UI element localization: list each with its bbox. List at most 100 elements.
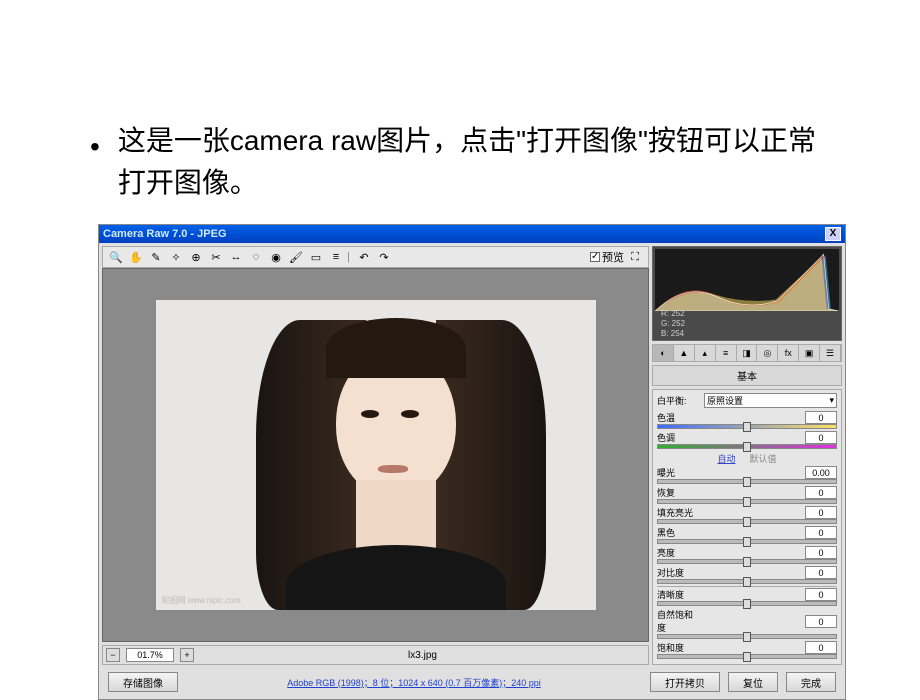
slider-label: 清晰度 — [657, 588, 701, 601]
left-column: 🔍 ✋ ✎ ✧ ⊕ ✂ ↔ ◌ ◉ 🖌 ▭ ≡ | ↶ ↷ — [102, 246, 649, 665]
spot-removal-icon[interactable]: ◌ — [247, 248, 265, 266]
slider-thumb[interactable] — [743, 477, 751, 487]
slider-thumb[interactable] — [743, 537, 751, 547]
slider-track-饱和度[interactable] — [657, 654, 837, 659]
grad-filter-icon[interactable]: ▭ — [307, 248, 325, 266]
image-preview-area[interactable]: 昵图网 www.nipic.com — [102, 268, 649, 642]
slider-label: 色调 — [657, 431, 701, 444]
auto-link[interactable]: 自动 — [717, 452, 735, 465]
zoom-level[interactable]: 01.7% — [126, 648, 174, 662]
g-value: G: 252 — [661, 319, 685, 329]
tab-basic-icon[interactable]: ◐ — [653, 345, 674, 361]
slider-label: 自然饱和度 — [657, 608, 701, 634]
slider-label: 色温 — [657, 411, 701, 424]
hand-tool-icon[interactable]: ✋ — [127, 248, 145, 266]
tab-detail-icon[interactable]: ▴ — [695, 345, 716, 361]
slider-thumb[interactable] — [743, 517, 751, 527]
rgb-readout: R: 252 G: 252 B: 254 — [661, 309, 685, 339]
tab-curve-icon[interactable]: ▲ — [674, 345, 695, 361]
slider-label: 黑色 — [657, 526, 701, 539]
tab-fx-icon[interactable]: fx — [778, 345, 799, 361]
slider-label: 曝光 — [657, 466, 701, 479]
basic-panel: 白平衡: 原照设置 ▾ 色温 0 色调 0 自动 默认值曝光 0.00 恢复 0 填充亮光 0 黑色 0… — [652, 389, 842, 665]
slider-track-色温[interactable] — [657, 424, 837, 429]
slider-track-亮度[interactable] — [657, 559, 837, 564]
slider-thumb[interactable] — [743, 632, 751, 642]
slider-label: 恢复 — [657, 486, 701, 499]
straighten-icon[interactable]: ↔ — [227, 248, 245, 266]
slider-value[interactable]: 0 — [805, 486, 837, 499]
fullscreen-icon[interactable]: ⛶ — [626, 248, 644, 266]
save-image-button[interactable]: 存储图像 — [108, 672, 178, 692]
tab-hsl-icon[interactable]: ≡ — [716, 345, 737, 361]
slider-label: 饱和度 — [657, 641, 701, 654]
slider-thumb[interactable] — [743, 442, 751, 452]
histogram[interactable] — [655, 249, 839, 311]
slider-value[interactable]: 0 — [805, 588, 837, 601]
slider-value[interactable]: 0 — [805, 566, 837, 579]
slider-value[interactable]: 0 — [805, 546, 837, 559]
tab-split-icon[interactable]: ◨ — [737, 345, 758, 361]
default-link[interactable]: 默认值 — [750, 452, 777, 465]
slider-thumb[interactable] — [743, 599, 751, 609]
zoom-tool-icon[interactable]: 🔍 — [107, 248, 125, 266]
chevron-down-icon: ▾ — [829, 395, 834, 406]
footer-bar: 存储图像 Adobe RGB (1998)；8 位；1024 x 640 (0.… — [102, 668, 842, 696]
presentation-slide: • 这是一张camera raw图片，点击"打开图像"按钮可以正常打开图像。 C… — [0, 0, 920, 690]
workflow-link[interactable]: Adobe RGB (1998)；8 位；1024 x 640 (0.7 百万像… — [287, 676, 541, 689]
window-title: Camera Raw 7.0 - JPEG — [103, 228, 227, 240]
preview-label: 预览 — [602, 249, 624, 265]
rotate-right-icon[interactable]: ↷ — [375, 248, 393, 266]
color-sampler-icon[interactable]: ✧ — [167, 248, 185, 266]
slider-value[interactable]: 0 — [805, 506, 837, 519]
slider-thumb[interactable] — [743, 497, 751, 507]
slider-track-黑色[interactable] — [657, 539, 837, 544]
slider-value[interactable]: 0 — [805, 431, 837, 444]
crop-tool-icon[interactable]: ✂ — [207, 248, 225, 266]
tab-lens-icon[interactable]: ◎ — [757, 345, 778, 361]
slider-track-曝光[interactable] — [657, 479, 837, 484]
tab-presets-icon[interactable]: ☰ — [820, 345, 841, 361]
wb-value: 原照设置 — [707, 394, 743, 407]
slider-label: 对比度 — [657, 566, 701, 579]
adjust-brush-icon[interactable]: 🖌 — [287, 248, 305, 266]
slider-value[interactable]: 0 — [805, 615, 837, 628]
camera-raw-window: Camera Raw 7.0 - JPEG X 🔍 ✋ ✎ ✧ ⊕ ✂ ↔ ◌ — [98, 224, 846, 700]
slider-track-对比度[interactable] — [657, 579, 837, 584]
slider-thumb[interactable] — [743, 557, 751, 567]
slider-thumb[interactable] — [743, 422, 751, 432]
slider-label: 填充亮光 — [657, 506, 701, 519]
close-button[interactable]: X — [825, 227, 841, 241]
slider-thumb[interactable] — [743, 652, 751, 662]
slider-value[interactable]: 0 — [805, 411, 837, 424]
redeye-icon[interactable]: ◉ — [267, 248, 285, 266]
slide-bullet: • 这是一张camera raw图片，点击"打开图像"按钮可以正常打开图像。 — [90, 120, 830, 204]
rotate-left-icon[interactable]: ↶ — [355, 248, 373, 266]
slider-track-自然饱和度[interactable] — [657, 634, 837, 639]
histogram-curves — [655, 249, 839, 311]
titlebar[interactable]: Camera Raw 7.0 - JPEG X — [99, 225, 845, 243]
preview-checkbox[interactable] — [590, 252, 600, 262]
slider-track-填充亮光[interactable] — [657, 519, 837, 524]
eyedropper-icon[interactable]: ✎ — [147, 248, 165, 266]
slider-track-恢复[interactable] — [657, 499, 837, 504]
target-adjust-icon[interactable]: ⊕ — [187, 248, 205, 266]
done-button[interactable]: 完成 — [786, 672, 836, 692]
slider-value[interactable]: 0 — [805, 526, 837, 539]
tab-camera-icon[interactable]: ▣ — [799, 345, 820, 361]
slider-value[interactable]: 0.00 — [805, 466, 837, 479]
zoom-in-button[interactable]: + — [180, 648, 194, 662]
histogram-panel: R: 252 G: 252 B: 254 — [652, 246, 842, 341]
open-copy-button[interactable]: 打开拷贝 — [650, 672, 720, 692]
slider-value[interactable]: 0 — [805, 641, 837, 654]
prefs-icon[interactable]: ≡ — [327, 248, 345, 266]
slider-thumb[interactable] — [743, 577, 751, 587]
reset-button[interactable]: 复位 — [728, 672, 778, 692]
slider-track-色调[interactable] — [657, 444, 837, 449]
wb-label: 白平衡: — [657, 394, 701, 407]
slider-track-清晰度[interactable] — [657, 601, 837, 606]
watermark: 昵图网 www.nipic.com — [162, 595, 241, 606]
white-balance-row: 白平衡: 原照设置 ▾ — [657, 393, 837, 408]
wb-dropdown[interactable]: 原照设置 ▾ — [704, 393, 837, 408]
zoom-out-button[interactable]: − — [106, 648, 120, 662]
